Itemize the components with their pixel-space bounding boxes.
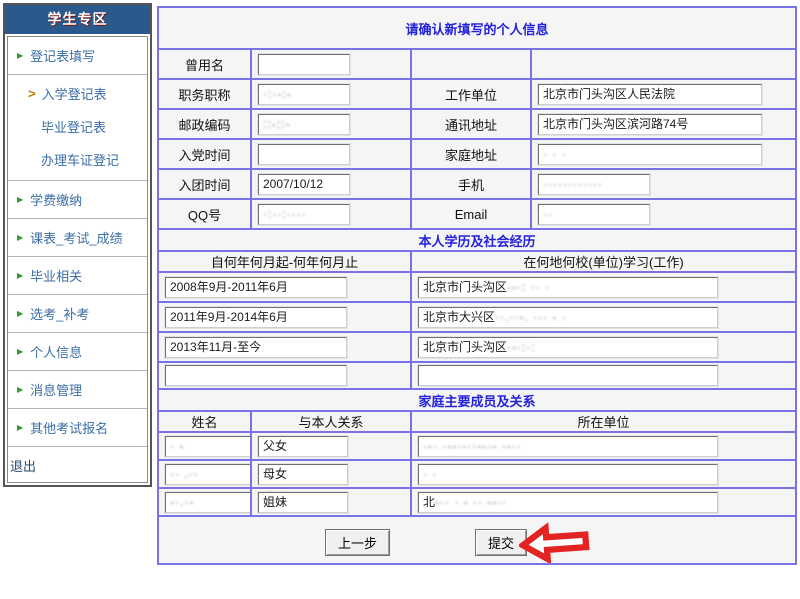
sidebar-item-timetable-exams-grades[interactable]: ▶ 课表_考试_成绩 [8, 219, 147, 257]
red-arrow-annotation [518, 520, 593, 564]
form-title: 请确认新填写的个人信息 [158, 7, 796, 49]
sidebar-item-label: 学费缴纳 [30, 190, 82, 209]
mailing-address-input[interactable]: 北京市门头沟区滨河路74号 [538, 114, 762, 135]
family-col-name: 姓名 [158, 411, 251, 432]
label-former-name: 曾用名 [158, 49, 251, 79]
family-unit-input[interactable]: ·-· ·--·-··--·- ·-·· [418, 436, 718, 457]
education-place-input[interactable]: 北京市大兴区··.··-. ··· - · [418, 307, 718, 328]
triangle-icon: ▶ [17, 310, 23, 318]
education-col-place: 在何地何校(单位)学习(工作) [411, 251, 796, 272]
family-col-unit: 所在单位 [411, 411, 796, 432]
label-party-join-date: 入党时间 [158, 139, 251, 169]
empty-cell [411, 49, 531, 79]
family-name-input[interactable]: · - [165, 436, 251, 457]
education-section-title: 本人学历及社会经历 [158, 229, 796, 251]
family-relation-input[interactable]: 父女 [258, 436, 348, 457]
label-work-unit: 工作单位 [411, 79, 531, 109]
former-name-input[interactable] [258, 54, 350, 75]
sidebar-item-label: 毕业登记表 [41, 117, 106, 136]
label-mobile: 手机 [411, 169, 531, 199]
sidebar-item-graduation-form[interactable]: 毕业登记表 [8, 110, 147, 143]
label-home-address: 家庭地址 [411, 139, 531, 169]
sidebar-item-enrollment-form[interactable]: > 入学登记表 [8, 77, 147, 110]
sidebar-item-personal-info[interactable]: ▶ 个人信息 [8, 333, 147, 371]
sidebar-item-graduation-related[interactable]: ▶ 毕业相关 [8, 257, 147, 295]
family-name-input[interactable]: ·· .·· [165, 464, 251, 485]
sidebar-item-tuition[interactable]: ▶ 学费缴纳 [8, 181, 147, 219]
logout-link[interactable]: 退出 [8, 447, 147, 482]
sidebar-item-label: 入学登记表 [42, 84, 107, 103]
education-period-input[interactable]: 2013年11月-至今 [165, 337, 347, 358]
job-title-input[interactable]: ·:·-:- [258, 84, 350, 105]
student-zone-sidebar: 学生专区 ▶ 登记表填写 > 入学登记表 毕业登记表 办理车证登记 ▶ 学费缴纳… [3, 3, 152, 487]
family-relation-input[interactable]: 姐妹 [258, 492, 348, 513]
family-unit-input[interactable]: 北-·· · - ·· --·· [418, 492, 718, 513]
education-period-input[interactable] [165, 365, 347, 386]
previous-step-button[interactable]: 上一步 [325, 529, 390, 556]
empty-cell [531, 49, 796, 79]
sidebar-item-vehicle-pass[interactable]: 办理车证登记 [8, 143, 147, 176]
family-name-input[interactable]: -·.·- [165, 492, 251, 513]
education-place-input[interactable] [418, 365, 718, 386]
family-section-title: 家庭主要成员及关系 [158, 389, 796, 411]
qq-input[interactable]: ·:··:···· [258, 204, 350, 225]
party-join-date-input[interactable] [258, 144, 350, 165]
sidebar-item-registration-forms[interactable]: ▶ 登记表填写 [8, 37, 147, 75]
sidebar-item-messages[interactable]: ▶ 消息管理 [8, 371, 147, 409]
sidebar-item-label: 办理车证登记 [41, 150, 119, 169]
selected-marker-icon: > [28, 86, 36, 101]
sidebar-item-label: 个人信息 [30, 342, 82, 361]
triangle-icon: ▶ [17, 386, 23, 394]
family-col-relation: 与本人关系 [251, 411, 411, 432]
sidebar-item-label: 课表_考试_成绩 [30, 228, 122, 247]
education-col-period: 自何年何月起-何年何月止 [158, 251, 411, 272]
education-place-input[interactable]: 北京市门头沟区·-·:·: [418, 337, 718, 358]
enrollment-confirm-form: 请确认新填写的个人信息 曾用名 职务职称 ·:·-:- 工作单位 北京市门头沟区… [157, 6, 797, 565]
label-job-title: 职务职称 [158, 79, 251, 109]
sidebar-item-label: 登记表填写 [30, 46, 95, 65]
triangle-icon: ▶ [17, 52, 23, 60]
sidebar-item-label: 毕业相关 [30, 266, 82, 285]
label-mailing-address: 通讯地址 [411, 109, 531, 139]
sidebar-subgroup: > 入学登记表 毕业登记表 办理车证登记 [8, 75, 147, 181]
sidebar-menu: ▶ 登记表填写 > 入学登记表 毕业登记表 办理车证登记 ▶ 学费缴纳 ▶ 课表… [7, 36, 148, 483]
triangle-icon: ▶ [17, 424, 23, 432]
label-league-join-date: 入团时间 [158, 169, 251, 199]
triangle-icon: ▶ [17, 196, 23, 204]
button-row: 上一步 提交 [158, 516, 796, 564]
label-email: Email [411, 199, 531, 229]
sidebar-title: 学生专区 [5, 5, 150, 34]
education-period-input[interactable]: 2011年9月-2014年6月 [165, 307, 347, 328]
work-unit-input[interactable]: 北京市门头沟区人民法院 [538, 84, 762, 105]
sidebar-item-other-exam-signup[interactable]: ▶ 其他考试报名 [8, 409, 147, 447]
triangle-icon: ▶ [17, 272, 23, 280]
postal-code-input[interactable]: ::-::- [258, 114, 350, 135]
education-place-input[interactable]: 北京市门头沟区·-·: ·· · [418, 277, 718, 298]
home-address-input[interactable]: · · · [538, 144, 762, 165]
league-join-date-input[interactable]: 2007/10/12 [258, 174, 350, 195]
sidebar-item-elective-makeup-exams[interactable]: ▶ 选考_补考 [8, 295, 147, 333]
label-postal-code: 邮政编码 [158, 109, 251, 139]
form-table: 请确认新填写的个人信息 曾用名 职务职称 ·:·-:- 工作单位 北京市门头沟区… [157, 6, 797, 565]
email-input[interactable]: ·· [538, 204, 650, 225]
label-qq: QQ号 [158, 199, 251, 229]
triangle-icon: ▶ [17, 348, 23, 356]
family-relation-input[interactable]: 母女 [258, 464, 348, 485]
education-period-input[interactable]: 2008年9月-2011年6月 [165, 277, 347, 298]
mobile-input[interactable]: ············ [538, 174, 650, 195]
sidebar-item-label: 其他考试报名 [30, 418, 108, 437]
sidebar-item-label: 消息管理 [30, 380, 82, 399]
sidebar-item-label: 选考_补考 [30, 304, 89, 323]
family-unit-input[interactable]: · · [418, 464, 718, 485]
triangle-icon: ▶ [17, 234, 23, 242]
